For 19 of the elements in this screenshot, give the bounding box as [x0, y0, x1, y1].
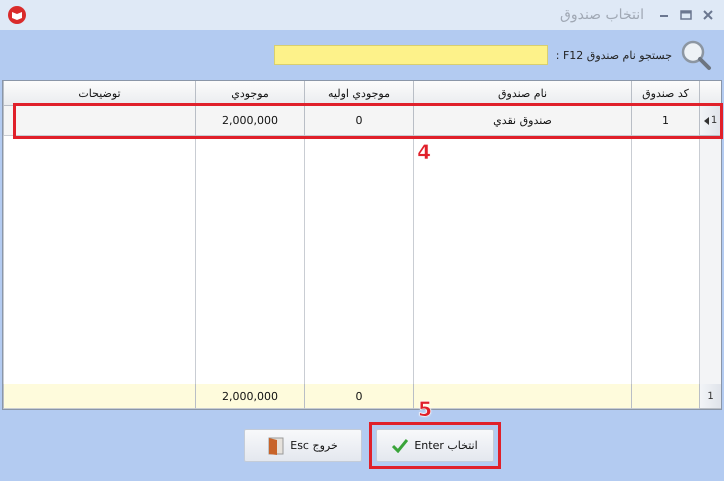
app-logo-icon	[8, 6, 26, 24]
window-title: انتخاب صندوق	[560, 7, 644, 23]
table-cell: 1	[631, 106, 699, 136]
table-cell: 2,000,000	[195, 106, 304, 136]
annotation-number: 5	[418, 397, 432, 421]
check-icon	[392, 438, 408, 452]
total-cell: 0	[304, 384, 413, 409]
search-label: جستجو نام صندوق F12 :	[556, 48, 672, 62]
total-cell: 2,000,000	[195, 384, 304, 409]
row-number: 1	[707, 390, 714, 402]
door-icon	[268, 436, 284, 454]
annotation-number: 4	[417, 140, 431, 164]
table-cell: صندوق نقدي	[413, 106, 631, 136]
row-number: 1	[710, 115, 718, 126]
table-cell: 0	[304, 106, 413, 136]
search-field[interactable]	[274, 45, 548, 65]
search-icon[interactable]	[680, 39, 712, 71]
select-button[interactable]: انتخاب Enter	[376, 429, 494, 462]
exit-button[interactable]: خروج Esc	[244, 429, 362, 462]
